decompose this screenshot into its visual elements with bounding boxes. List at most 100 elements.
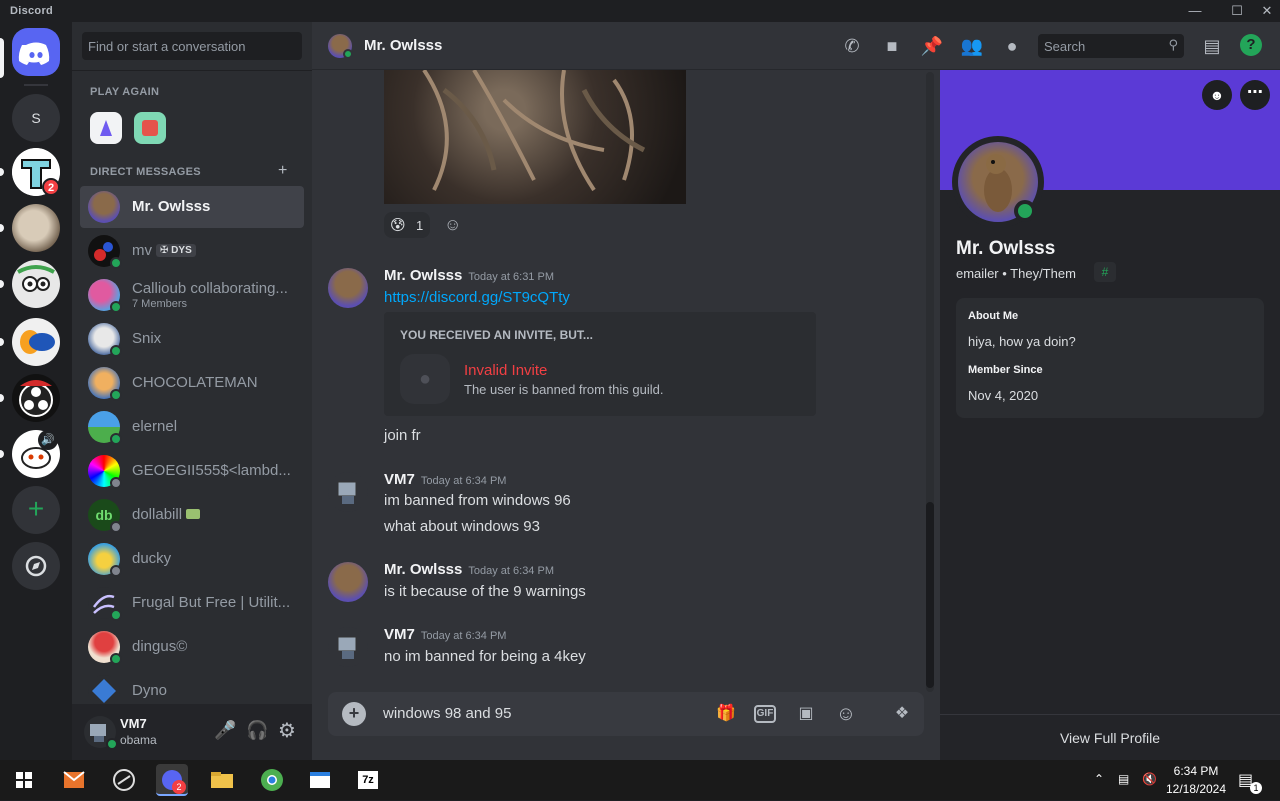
search-icon: ⚲: [1168, 37, 1178, 52]
dm-item-mr-owlsss[interactable]: Mr. Owlsss: [80, 186, 304, 228]
view-full-profile-button[interactable]: View Full Profile: [940, 730, 1280, 746]
message-avatar[interactable]: [328, 268, 368, 308]
pin-icon[interactable]: 📌: [920, 34, 944, 58]
author-name[interactable]: Mr. Owlsss: [384, 267, 462, 284]
message-text: is it because of the 9 warnings: [384, 583, 586, 600]
dm-name: CHOCOLATEMAN: [132, 374, 258, 391]
invite-link[interactable]: https://discord.gg/ST9cQTty: [384, 289, 570, 306]
find-conversation-input[interactable]: Find or start a conversation: [82, 32, 302, 60]
dm-name: Callioub collaborating...: [132, 280, 288, 297]
unread-pill: [0, 338, 4, 346]
new-dm-icon[interactable]: +: [278, 162, 287, 180]
member-since-date: Nov 4, 2020: [968, 388, 1039, 403]
taskbar-chrome[interactable]: [256, 764, 288, 796]
user-name: VM7: [120, 716, 147, 731]
dm-item-ducky[interactable]: ducky: [80, 538, 304, 580]
message-avatar[interactable]: [328, 472, 368, 512]
emoji-icon[interactable]: ☺: [834, 702, 858, 726]
game-icon-1[interactable]: [90, 112, 122, 144]
dm-item-chocolateman[interactable]: CHOCOLATEMAN: [80, 362, 304, 404]
settings-gear-icon[interactable]: ⚙: [278, 718, 296, 743]
taskbar-file-explorer[interactable]: [206, 764, 238, 796]
dm-item-frugal[interactable]: Frugal But Free | Utilit...: [80, 582, 304, 624]
status-offline: [110, 565, 122, 577]
profile-subline: emailer • They/Them: [956, 266, 1076, 281]
timestamp: Today at 6:34 PM: [468, 565, 554, 577]
dm-item-dollabill[interactable]: db dollabill: [80, 494, 304, 536]
headphones-icon[interactable]: 🎧: [246, 720, 268, 741]
unread-pill: [0, 224, 4, 232]
add-friend-icon[interactable]: ☻: [1202, 80, 1232, 110]
server-obs[interactable]: [12, 374, 60, 422]
dm-item-mv[interactable]: mv ✠ DYS: [80, 230, 304, 272]
gift-icon[interactable]: 🎁: [714, 702, 738, 726]
apps-icon[interactable]: ❖: [890, 702, 914, 726]
status-online: [110, 389, 122, 401]
maximize-icon[interactable]: ☐: [1222, 2, 1252, 20]
reaction-pill[interactable]: 😰 1: [384, 212, 430, 238]
divider: [940, 714, 1280, 715]
inbox-icon[interactable]: ▤: [1200, 34, 1224, 58]
clock-time[interactable]: 6:34 PM: [1164, 764, 1228, 778]
status-offline: [110, 521, 122, 533]
user-status: obama: [120, 733, 157, 747]
dm-name: ducky: [132, 550, 172, 567]
scrollbar-thumb[interactable]: [926, 502, 934, 688]
taskbar-app-1[interactable]: [58, 764, 90, 796]
upload-plus-icon[interactable]: +: [342, 702, 366, 726]
dm-item-dingus[interactable]: dingus©: [80, 626, 304, 668]
add-server-button[interactable]: +: [12, 486, 60, 534]
user-profile-icon[interactable]: ●: [1000, 34, 1024, 58]
newegg-server-icon: [20, 330, 55, 354]
author-name[interactable]: VM7: [384, 471, 415, 488]
server-s[interactable]: S: [12, 94, 60, 142]
message-avatar[interactable]: [328, 562, 368, 602]
dm-item-snix[interactable]: Snix: [80, 318, 304, 360]
add-friends-icon[interactable]: 👥: [960, 34, 984, 58]
dm-item-elernel[interactable]: elernel: [80, 406, 304, 448]
search-input[interactable]: Search ⚲: [1038, 34, 1184, 58]
dm-item-group[interactable]: Callioub collaborating... 7 Members: [80, 274, 304, 316]
discord-window: Discord — ☐ ✕ S 2 🔊 + Find or start a co…: [0, 0, 1280, 760]
dm-name: elernel: [132, 418, 178, 435]
more-options-icon[interactable]: ⋯: [1240, 80, 1270, 110]
game-icon-2[interactable]: [134, 112, 166, 144]
message-composer[interactable]: + windows 98 and 95 🎁 GIF ▣ ☺ ❖: [328, 692, 924, 736]
message-text: no im banned for being a 4key: [384, 648, 586, 665]
about-text: hiya, how ya doin?: [968, 334, 1076, 349]
help-icon[interactable]: ?: [1240, 34, 1262, 56]
invite-desc: The user is banned from this guild.: [464, 382, 664, 397]
dm-item-geoegii[interactable]: GEOEGII555$<lambd...: [80, 450, 304, 492]
microphone-icon[interactable]: 🎤: [214, 720, 236, 741]
message-text: join fr: [384, 427, 421, 444]
image-attachment[interactable]: [384, 70, 686, 204]
voice-call-icon[interactable]: ✆: [840, 34, 864, 58]
start-button[interactable]: [8, 764, 40, 796]
server-newegg[interactable]: [12, 318, 60, 366]
author-name[interactable]: VM7: [384, 626, 415, 643]
message-avatar[interactable]: [328, 627, 368, 667]
network-icon[interactable]: ▤: [1118, 772, 1129, 786]
minimize-icon[interactable]: —: [1180, 2, 1210, 20]
home-button[interactable]: [12, 28, 60, 76]
volume-muted-icon[interactable]: 🔇: [1142, 772, 1157, 786]
gif-button[interactable]: GIF: [754, 705, 776, 723]
server-face[interactable]: [12, 260, 60, 308]
author-name[interactable]: Mr. Owlsss: [384, 561, 462, 578]
taskbar-7zip[interactable]: 7z: [352, 764, 384, 796]
clock-date[interactable]: 12/18/2024: [1164, 782, 1228, 796]
app-title: Discord: [10, 5, 54, 17]
status-online: [343, 49, 353, 59]
taskbar-app-3[interactable]: [304, 764, 336, 796]
video-call-icon[interactable]: ■: [880, 34, 904, 58]
sticker-icon[interactable]: ▣: [794, 702, 818, 726]
explore-button[interactable]: [12, 542, 60, 590]
unread-pill: [0, 450, 4, 458]
composer-input[interactable]: windows 98 and 95: [383, 705, 511, 722]
tray-chevron-icon[interactable]: ⌃: [1094, 772, 1104, 786]
close-icon[interactable]: ✕: [1252, 2, 1280, 20]
taskbar-app-2[interactable]: [108, 764, 140, 796]
server-cat[interactable]: [12, 204, 60, 252]
add-reaction-icon[interactable]: ☺: [444, 215, 461, 235]
profile-panel: ☻ ⋯ Mr. Owlsss emailer • They/Them # Abo…: [940, 70, 1280, 760]
